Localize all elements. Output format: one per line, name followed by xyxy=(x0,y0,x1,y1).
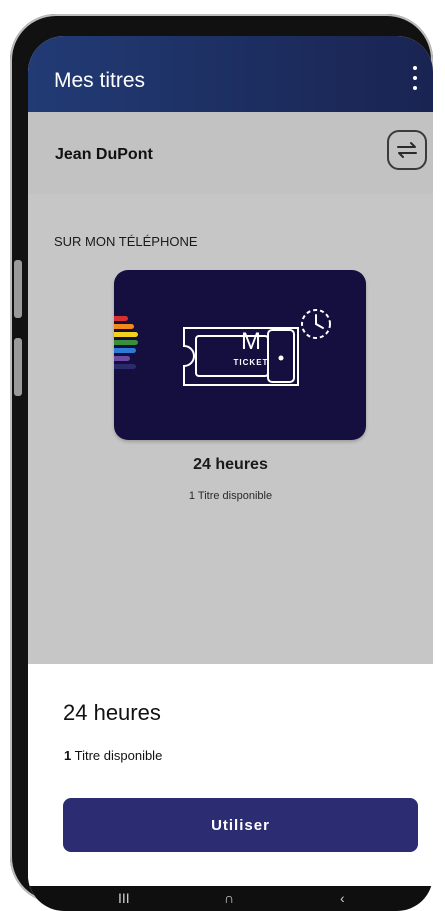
phone-frame: Mes titres Jean DuPont SUR MON TÉLÉPHONE xyxy=(10,14,433,911)
volume-up-button xyxy=(14,260,22,318)
ticket-title: 24 heures xyxy=(193,456,268,473)
volume-down-button xyxy=(14,338,22,396)
color-stripes xyxy=(114,316,138,372)
more-vertical-icon[interactable] xyxy=(407,66,423,90)
app-screen: Mes titres Jean DuPont SUR MON TÉLÉPHONE xyxy=(28,36,433,911)
section-label: SUR MON TÉLÉPHONE xyxy=(54,234,198,249)
swap-arrows-icon[interactable] xyxy=(387,130,427,170)
page-title: Mes titres xyxy=(54,69,146,92)
recent-apps-icon[interactable]: III xyxy=(118,890,130,906)
user-row: Jean DuPont xyxy=(28,112,433,195)
ticket-logo-letter: M xyxy=(241,328,261,355)
ticket-card[interactable]: M TICKET xyxy=(114,270,366,440)
sheet-availability: 1 Titre disponible xyxy=(64,748,162,763)
bottom-sheet: 24 heures 1 Titre disponible Utiliser xyxy=(28,664,433,911)
tickets-list: SUR MON TÉLÉPHONE M TICKET 24 heures 1 T… xyxy=(28,194,433,664)
available-count: 1 xyxy=(64,748,72,763)
system-navigation-bar: III ∩ ‹ xyxy=(28,886,433,911)
ticket-logo-text: TICKET xyxy=(233,358,269,367)
ticket-subtitle: 1 Titre disponible xyxy=(188,490,273,502)
sheet-title: 24 heures xyxy=(63,700,161,725)
app-bar: Mes titres xyxy=(28,36,433,112)
home-icon[interactable]: ∩ xyxy=(224,890,234,906)
back-icon[interactable]: ‹ xyxy=(340,890,345,906)
available-label: Titre disponible xyxy=(74,748,163,763)
user-name: Jean DuPont xyxy=(55,146,153,163)
use-button[interactable]: Utiliser xyxy=(63,798,418,852)
